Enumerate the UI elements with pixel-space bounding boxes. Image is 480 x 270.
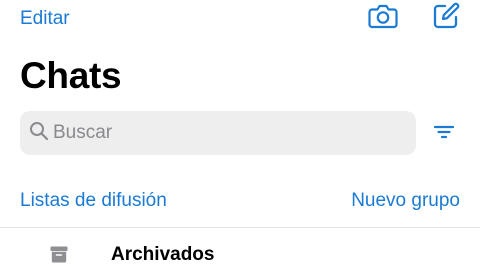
camera-icon [368, 3, 398, 34]
filter-icon [433, 124, 455, 145]
broadcast-lists-link[interactable]: Listas de difusión [20, 190, 167, 212]
search-bar[interactable] [20, 111, 416, 155]
search-input[interactable] [53, 122, 393, 144]
archived-row[interactable]: Archivados [0, 228, 480, 270]
page-title: Chats [20, 55, 122, 96]
camera-button[interactable] [366, 1, 400, 35]
search-icon [29, 121, 49, 146]
filter-button[interactable] [430, 120, 458, 148]
new-group-link[interactable]: Nuevo grupo [351, 190, 460, 212]
compose-icon [432, 2, 460, 35]
archive-box-icon [50, 246, 68, 268]
compose-button[interactable] [429, 1, 463, 35]
archived-label: Archivados [111, 244, 215, 265]
edit-button[interactable]: Editar [20, 8, 70, 30]
